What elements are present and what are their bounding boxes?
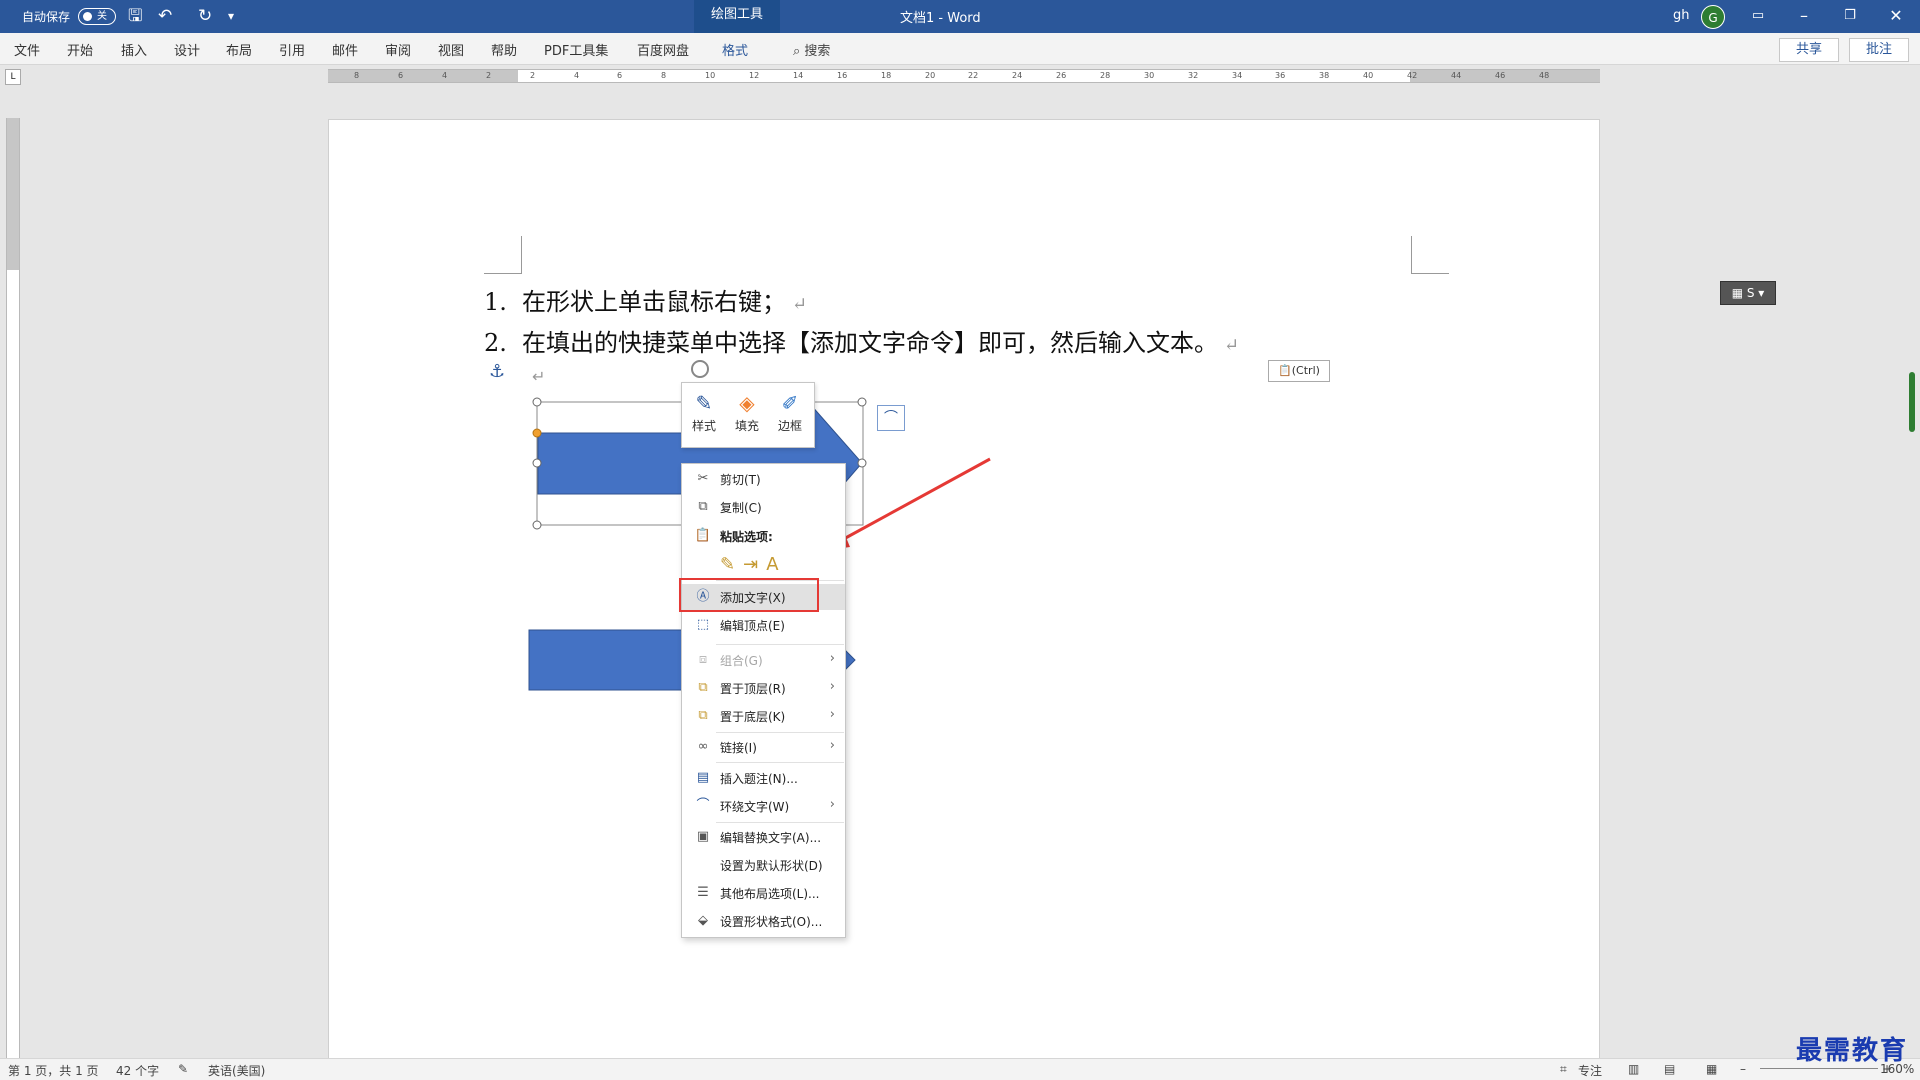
zoom-slider[interactable] [1760, 1068, 1878, 1069]
menu-item-label: 其他布局选项(L)... [720, 887, 820, 901]
menu-item-label: 剪切(T) [720, 473, 761, 487]
proofing-icon[interactable]: ✎ [178, 1062, 188, 1076]
rotate-handle-icon[interactable] [691, 360, 709, 378]
menu-item-label: 设置形状格式(O)... [720, 915, 823, 929]
insert-caption-icon: ▤ [696, 770, 710, 785]
menu-separator [716, 732, 844, 733]
shape-fill-button[interactable]: ◈ 填充 [727, 391, 767, 434]
word-count[interactable]: 42 个字 [116, 1062, 159, 1079]
format-shape-icon: ⬙ [698, 913, 708, 928]
send-back-icon: ⧉ [698, 708, 708, 723]
chevron-right-icon: › [829, 651, 835, 666]
chevron-right-icon: › [829, 679, 835, 694]
menu-item-format-shape[interactable]: ⬙ 设置形状格式(O)... [682, 908, 845, 934]
resize-handle[interactable] [532, 520, 542, 530]
chevron-right-icon: › [829, 797, 835, 812]
zoom-out-icon[interactable]: – [1740, 1062, 1746, 1076]
input-method-toolbar[interactable]: ▦ S ▾ [1720, 281, 1776, 305]
shape-style-icon: ✎ [695, 391, 713, 415]
menu-item-label: 复制(C) [720, 501, 762, 515]
copy-icon: ⧉ [698, 499, 708, 514]
read-mode-icon[interactable]: ▥ [1628, 1062, 1639, 1076]
adjust-handle[interactable] [532, 428, 542, 438]
menu-item-insert-caption[interactable]: ▤ 插入题注(N)... [682, 765, 845, 791]
watermark-logo: 最需教育 [1796, 1036, 1909, 1066]
wrap-text-icon: ⌒ [696, 798, 710, 813]
menu-item-copy[interactable]: ⧉ 复制(C) [682, 494, 845, 520]
shape-outline-label: 边框 [777, 419, 802, 433]
alt-text-icon: ▣ [696, 829, 710, 844]
group-icon: ⧈ [698, 652, 708, 667]
menu-separator [716, 644, 844, 645]
bring-front-icon: ⧉ [698, 680, 708, 695]
resize-handle[interactable] [857, 397, 867, 407]
menu-item-label: 链接(I) [720, 741, 757, 755]
shape-style-label: 样式 [691, 419, 716, 433]
paste-option-icons[interactable]: ✎⇥A [720, 554, 787, 575]
shape-outline-button[interactable]: ✐ 边框 [770, 391, 810, 434]
menu-separator [716, 762, 844, 763]
menu-item-label: 置于顶层(R) [720, 682, 786, 696]
shape-style-button[interactable]: ✎ 样式 [684, 391, 724, 434]
menu-item-more-layout[interactable]: ☰ 其他布局选项(L)... [682, 880, 845, 906]
menu-item-wrap-text[interactable]: ⌒ 环绕文字(W) › [682, 793, 845, 819]
menu-item-label: 设置为默认形状(D) [720, 859, 823, 873]
page-count[interactable]: 第 1 页，共 1 页 [8, 1062, 99, 1079]
status-bar: 第 1 页，共 1 页 42 个字 ✎ 英语(美国) ⌗ 专注 ▥ ▤ ▦ – … [0, 1058, 1920, 1080]
outline-pen-icon: ✐ [781, 391, 799, 415]
shapes-layer [528, 360, 991, 717]
menu-item-group: ⧈ 组合(G) › [682, 647, 845, 673]
menu-item-cut[interactable]: ✂ 剪切(T) [682, 466, 845, 492]
shape-fill-label: 填充 [734, 419, 759, 433]
paste-merge-format-icon[interactable]: ⇥ [743, 554, 766, 575]
menu-separator [716, 822, 844, 823]
chevron-right-icon: › [829, 707, 835, 722]
paste-icon: 📋 [694, 528, 712, 543]
menu-item-label: 组合(G) [720, 654, 763, 668]
menu-item-link[interactable]: ∞ 链接(I) › [682, 734, 845, 760]
paste-keep-format-icon[interactable]: ✎ [720, 554, 743, 575]
focus-label[interactable]: 专注 [1578, 1062, 1602, 1079]
scissors-icon: ✂ [697, 471, 709, 486]
resize-handle[interactable] [532, 397, 542, 407]
fill-bucket-icon: ◈ [739, 391, 755, 415]
menu-item-label: 插入题注(N)... [720, 772, 798, 786]
menu-item-set-default-shape[interactable]: 设置为默认形状(D) [682, 852, 845, 878]
menu-item-edit-alt-text[interactable]: ▣ 编辑替换文字(A)... [682, 824, 845, 850]
print-layout-icon[interactable]: ▤ [1664, 1062, 1675, 1076]
annotation-highlight-box [679, 578, 819, 612]
edit-points-icon: ⬚ [696, 617, 710, 632]
link-icon: ∞ [697, 739, 709, 754]
menu-paste-options-header: 📋 粘贴选项: [682, 523, 845, 549]
menu-item-label: 环绕文字(W) [720, 800, 790, 814]
menu-item-label: 置于底层(K) [720, 710, 786, 724]
menu-item-send-to-back[interactable]: ⧉ 置于底层(K) › [682, 703, 845, 729]
mini-toolbar: ✎ 样式 ◈ 填充 ✐ 边框 [681, 382, 815, 448]
context-menu: ✂ 剪切(T) ⧉ 复制(C) 📋 粘贴选项: ✎⇥A Ⓐ 添加文字(X) ⬚ … [679, 463, 846, 938]
menu-item-bring-to-front[interactable]: ⧉ 置于顶层(R) › [682, 675, 845, 701]
vertical-scrollbar-thumb[interactable] [1909, 372, 1915, 432]
menu-item-label: 编辑顶点(E) [720, 619, 785, 633]
menu-item-label: 粘贴选项: [720, 530, 773, 544]
focus-icon[interactable]: ⌗ [1560, 1062, 1567, 1077]
menu-item-label: 编辑替换文字(A)... [720, 831, 822, 845]
web-layout-icon[interactable]: ▦ [1706, 1062, 1717, 1076]
language[interactable]: 英语(美国) [208, 1062, 265, 1079]
layout-options-icon: ☰ [697, 885, 709, 900]
resize-handle[interactable] [532, 458, 542, 468]
chevron-right-icon: › [829, 738, 835, 753]
sogou-icon: ▦ S ▾ [1731, 286, 1765, 300]
resize-handle[interactable] [857, 458, 867, 468]
menu-item-edit-points[interactable]: ⬚ 编辑顶点(E) [682, 612, 845, 638]
paste-text-only-icon[interactable]: A [766, 554, 786, 575]
